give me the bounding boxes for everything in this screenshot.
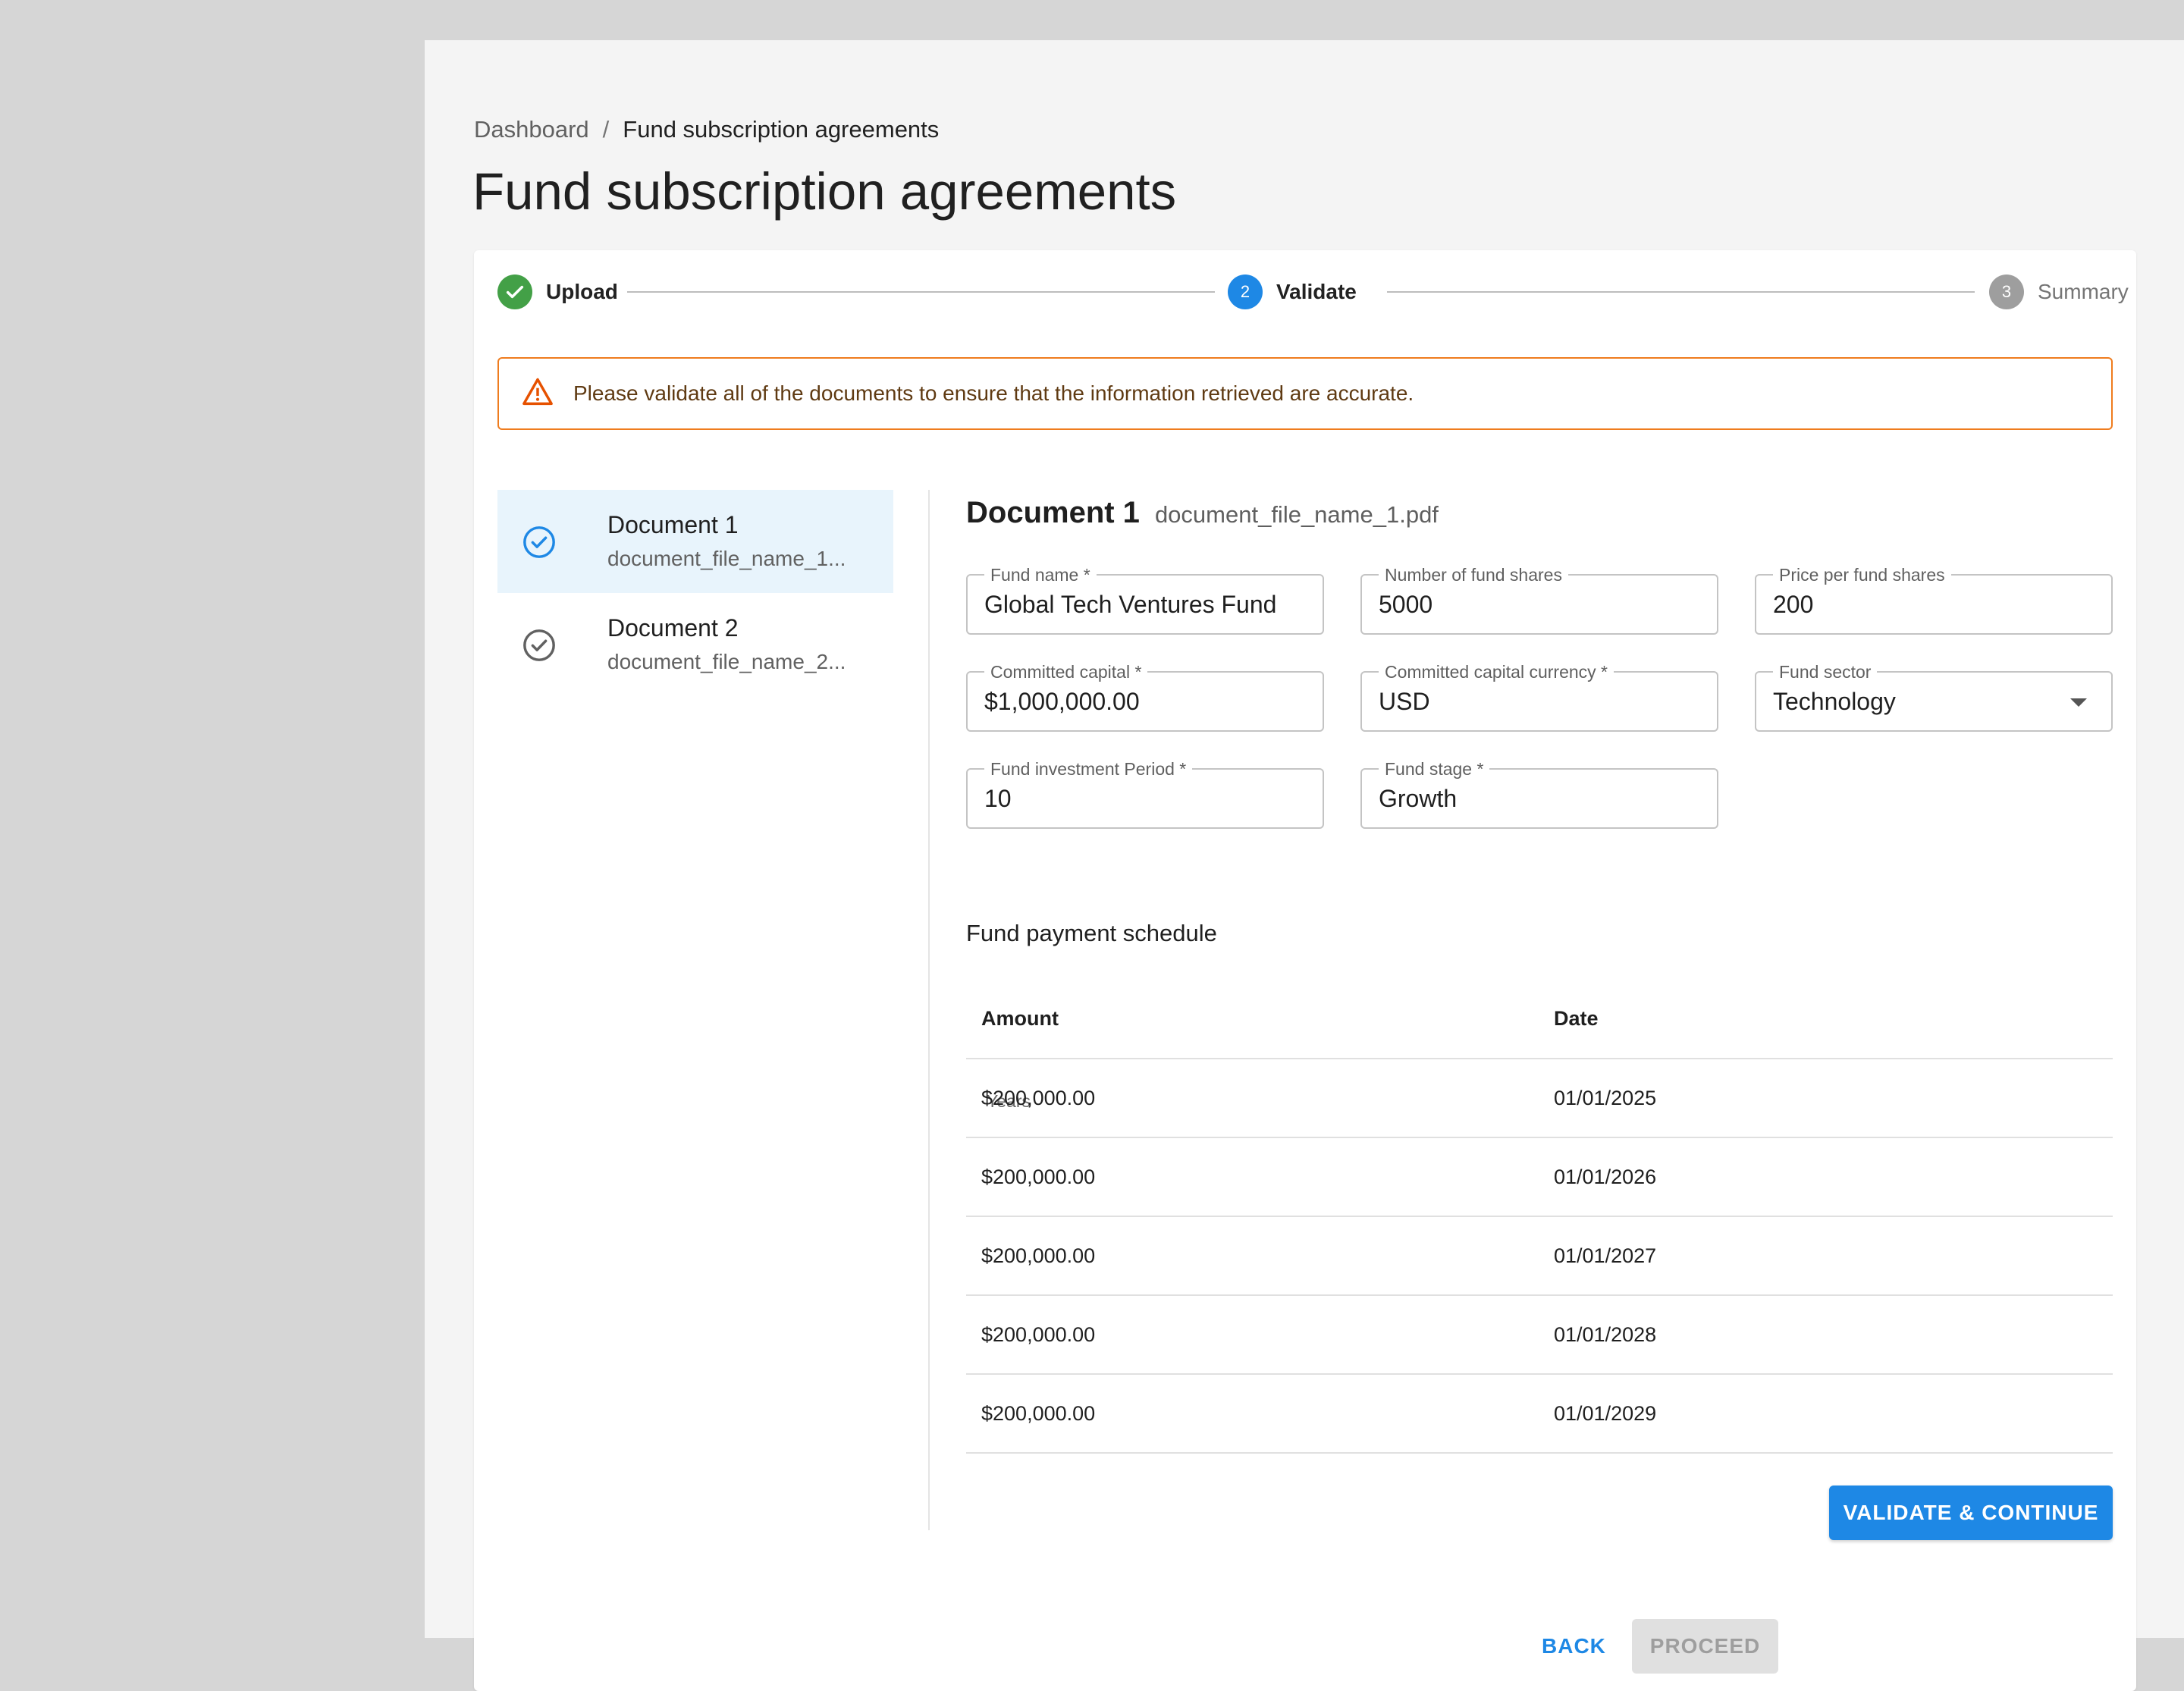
document-list: Document 1 document_file_name_1... Docum… <box>497 490 893 696</box>
capital-currency-field[interactable]: Committed capital currency * USD <box>1360 662 1718 732</box>
table-row: $200,000.00 01/01/2029 <box>966 1374 2113 1454</box>
field-value[interactable]: Growth <box>1379 785 1457 813</box>
check-circle-icon <box>522 525 557 560</box>
table-row: $200,000.00 01/01/2027 <box>966 1216 2113 1296</box>
step-summary-label: Summary <box>2038 280 2129 303</box>
step-upload[interactable]: Upload <box>497 274 618 310</box>
committed-capital-field[interactable]: Committed capital * $1,000,000.00 <box>966 662 1324 732</box>
field-value[interactable]: $1,000,000.00 <box>984 688 1140 716</box>
field-value[interactable]: USD <box>1379 688 1430 716</box>
warning-alert: Please validate all of the documents to … <box>497 357 2113 430</box>
field-label: Fund name * <box>984 565 1097 585</box>
table-header-row: Amount Date <box>966 980 2113 1059</box>
main-card: Upload 2 Validate 3 Summary Please valid… <box>474 250 2136 1691</box>
cell-amount: $200,000.00 <box>966 1295 1539 1375</box>
column-header-date: Date <box>1539 980 2113 1059</box>
vertical-divider <box>928 490 930 1530</box>
payment-schedule-table: Amount Date $200,000.00 01/01/2025 $200,… <box>966 980 2113 1454</box>
step-summary[interactable]: 3 Summary <box>1989 274 2129 310</box>
breadcrumb-current: Fund subscription agreements <box>623 116 940 143</box>
field-label: Price per fund shares <box>1773 565 1951 585</box>
check-circle-icon <box>522 628 557 663</box>
field-label: Number of fund shares <box>1379 565 1568 585</box>
cell-date: 01/01/2027 <box>1539 1216 2113 1296</box>
back-button[interactable]: BACK <box>1527 1619 1621 1674</box>
cell-date: 01/01/2029 <box>1539 1374 2113 1454</box>
step-validate-label: Validate <box>1276 280 1357 303</box>
stepper-connector <box>1387 291 1975 293</box>
cell-amount: $200,000.00 <box>966 1216 1539 1296</box>
alert-text: Please validate all of the documents to … <box>573 381 1414 405</box>
table-row: $200,000.00 01/01/2025 <box>966 1059 2113 1138</box>
fund-shares-field[interactable]: Number of fund shares 5000 <box>1360 565 1718 635</box>
field-label: Fund stage * <box>1379 759 1490 780</box>
investment-period-field[interactable]: Fund investment Period * 10 <box>966 759 1324 829</box>
warning-triangle-icon <box>522 377 554 411</box>
cell-amount: $200,000.00 <box>966 1137 1539 1217</box>
field-label: Committed capital * <box>984 662 1148 682</box>
document-list-item-2[interactable]: Document 2 document_file_name_2... <box>497 593 893 696</box>
step-number-2: 2 <box>1228 275 1263 309</box>
field-value[interactable]: 5000 <box>1379 591 1432 619</box>
check-icon <box>497 275 532 309</box>
cell-date: 01/01/2028 <box>1539 1295 2113 1375</box>
document-filename: document_file_name_2... <box>607 650 846 673</box>
cell-amount: $200,000.00 <box>966 1059 1539 1138</box>
document-list-item-1[interactable]: Document 1 document_file_name_1... <box>497 490 893 593</box>
proceed-button[interactable]: PROCEED <box>1632 1619 1778 1674</box>
breadcrumb-separator: / <box>602 116 610 143</box>
detail-filename: document_file_name_1.pdf <box>1154 501 1439 528</box>
document-detail: Document 1 document_file_name_1.pdf Fund… <box>966 490 2113 1540</box>
column-header-amount: Amount <box>966 980 1539 1059</box>
fund-name-field[interactable]: Fund name * Global Tech Ventures Fund <box>966 565 1324 635</box>
document-title: Document 1 <box>607 511 739 538</box>
detail-title: Document 1 <box>966 496 1140 529</box>
field-label: Fund sector <box>1773 662 1878 682</box>
stepper-connector <box>627 291 1215 293</box>
price-per-share-field[interactable]: Price per fund shares 200 <box>1755 565 2113 635</box>
table-row: $200,000.00 01/01/2028 <box>966 1295 2113 1375</box>
fund-sector-select[interactable]: Fund sector Technology <box>1755 662 2113 732</box>
stepper: Upload 2 Validate 3 Summary <box>497 274 2129 310</box>
payment-schedule-title: Fund payment schedule <box>966 920 1217 946</box>
field-label: Committed capital currency * <box>1379 662 1614 682</box>
cell-amount: $200,000.00 <box>966 1374 1539 1454</box>
cell-date: 01/01/2026 <box>1539 1137 2113 1217</box>
field-value[interactable]: 200 <box>1773 591 1813 619</box>
step-upload-label: Upload <box>546 280 618 303</box>
page-title: Fund subscription agreements <box>472 162 1177 221</box>
field-value[interactable]: Technology <box>1773 688 1896 716</box>
breadcrumb: Dashboard / Fund subscription agreements <box>474 116 939 143</box>
fund-stage-field[interactable]: Fund stage * Growth <box>1360 759 1718 829</box>
validate-continue-button[interactable]: VALIDATE & CONTINUE <box>1829 1486 2113 1540</box>
document-title: Document 2 <box>607 614 739 642</box>
page-container: Dashboard / Fund subscription agreements… <box>425 40 2184 1691</box>
step-validate[interactable]: 2 Validate <box>1228 274 1357 310</box>
field-value[interactable]: 10 <box>984 785 1012 813</box>
field-label: Fund investment Period * <box>984 759 1193 780</box>
field-value[interactable]: Global Tech Ventures Fund <box>984 591 1276 619</box>
table-row: $200,000.00 01/01/2026 <box>966 1137 2113 1217</box>
step-number-3: 3 <box>1989 275 2024 309</box>
detail-header: Document 1 document_file_name_1.pdf <box>966 496 2113 530</box>
document-filename: document_file_name_1... <box>607 547 846 570</box>
cell-date: 01/01/2025 <box>1539 1059 2113 1138</box>
breadcrumb-dashboard-link[interactable]: Dashboard <box>474 116 589 143</box>
dropdown-arrow-icon[interactable] <box>2070 698 2087 707</box>
